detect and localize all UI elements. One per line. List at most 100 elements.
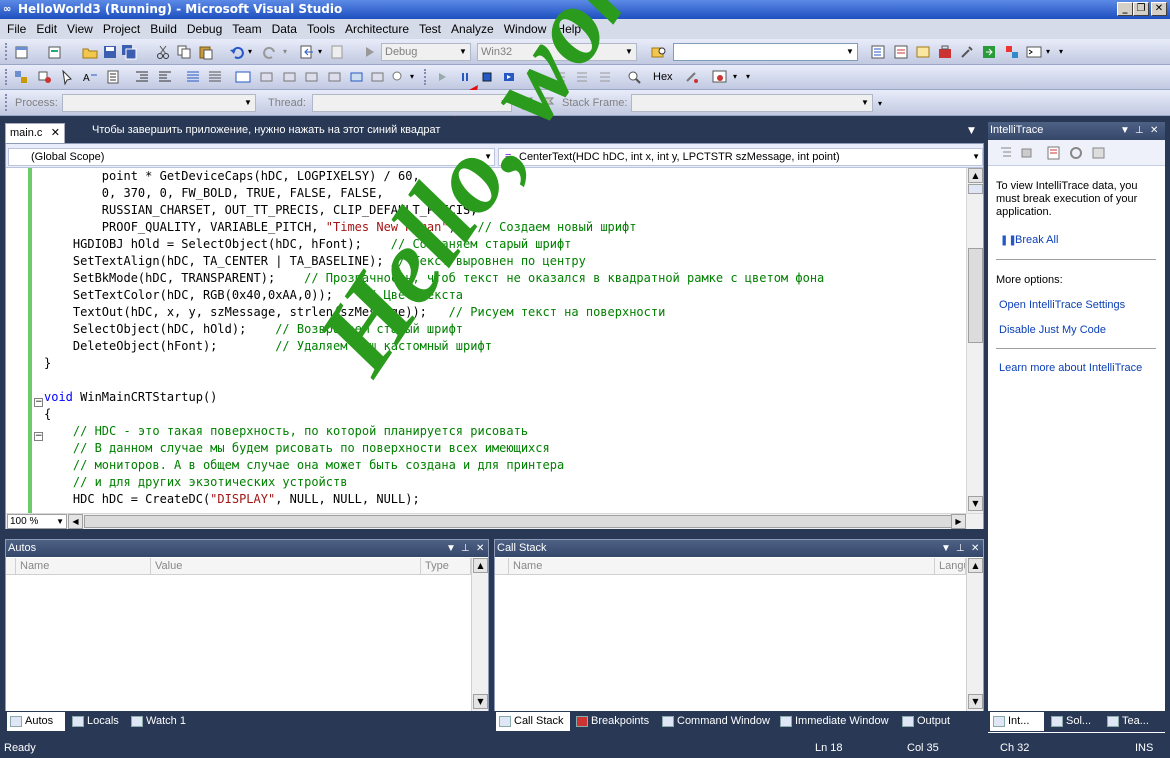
editor-vertical-scrollbar[interactable]: ▲ ▼: [966, 168, 983, 514]
open-folder-icon[interactable]: [82, 44, 98, 60]
close-panel-icon[interactable]: ✕: [971, 540, 979, 557]
next-bookmark-icon[interactable]: [281, 69, 297, 85]
scroll-down-button[interactable]: ▼: [473, 694, 488, 709]
toolbar-grip[interactable]: [5, 43, 9, 60]
show-calls-view-icon[interactable]: [998, 145, 1014, 161]
scroll-thumb[interactable]: [968, 248, 983, 343]
previous-bookmark-folder-icon[interactable]: [303, 69, 319, 85]
scroll-up-button[interactable]: ▲: [473, 558, 488, 573]
menu-architecture[interactable]: Architecture: [340, 22, 414, 36]
tab-intellitrace[interactable]: Int...: [990, 712, 1044, 731]
bookmark-icon[interactable]: [235, 69, 251, 85]
member-icon[interactable]: [37, 69, 53, 85]
next-bookmark-folder-icon[interactable]: [326, 69, 342, 85]
previous-bookmark-icon[interactable]: [258, 69, 274, 85]
collapse-outline-icon[interactable]: −: [34, 398, 43, 407]
pin-icon[interactable]: ⊥: [956, 540, 965, 557]
pin-icon[interactable]: ⊥: [461, 540, 470, 557]
navigate-forward-icon[interactable]: [330, 44, 346, 60]
undo-icon[interactable]: [229, 44, 245, 60]
redo-icon[interactable]: [262, 44, 278, 60]
new-project-icon[interactable]: [14, 44, 30, 60]
solution-explorer-icon[interactable]: [870, 44, 886, 60]
tab-solution-explorer[interactable]: Sol...: [1048, 712, 1102, 731]
tab-locals[interactable]: Locals: [69, 712, 129, 731]
scroll-down-button[interactable]: ▼: [968, 496, 983, 511]
save-all-icon[interactable]: [121, 44, 137, 60]
navigate-dropdown-icon[interactable]: ▾: [318, 47, 322, 56]
uncomment-lines-icon[interactable]: [207, 69, 223, 85]
column-type[interactable]: Type: [421, 558, 471, 575]
menu-debug[interactable]: Debug: [182, 22, 227, 36]
comment-lines-icon[interactable]: [185, 69, 201, 85]
split-handle[interactable]: [968, 184, 983, 194]
pin-icon[interactable]: ⊥: [1135, 122, 1144, 139]
find-in-files-icon[interactable]: [651, 44, 667, 60]
toolbar-grip[interactable]: [5, 69, 9, 85]
menu-tools[interactable]: Tools: [302, 22, 340, 36]
clear-bookmarks-icon[interactable]: [369, 69, 385, 85]
cut-icon[interactable]: [155, 44, 171, 60]
menu-data[interactable]: Data: [267, 22, 302, 36]
start-debug-icon[interactable]: [361, 44, 377, 60]
text-format-icon[interactable]: A: [82, 69, 98, 85]
window-position-icon[interactable]: ▼: [1120, 122, 1130, 139]
pointer-icon[interactable]: [60, 69, 76, 85]
scroll-left-button[interactable]: ◀: [68, 514, 83, 529]
close-tab-icon[interactable]: ✕: [51, 124, 60, 142]
solution-configuration-combo[interactable]: Debug ▼: [381, 43, 471, 61]
scroll-up-button[interactable]: ▲: [968, 558, 983, 573]
restore-button[interactable]: ❐: [1133, 2, 1149, 16]
column-value[interactable]: Value: [151, 558, 421, 575]
toolbar-options-icon[interactable]: ▾: [878, 99, 882, 108]
tab-command-window[interactable]: Command Window: [659, 712, 771, 731]
close-panel-icon[interactable]: ✕: [1150, 122, 1158, 139]
disable-just-my-code-link[interactable]: Disable Just My Code: [999, 324, 1106, 337]
class-view-icon[interactable]: [13, 69, 29, 85]
properties-icon[interactable]: [893, 44, 909, 60]
tab-autos[interactable]: Autos: [7, 712, 65, 731]
scroll-thumb[interactable]: [84, 515, 964, 528]
breakpoints-dropdown-icon[interactable]: ▾: [733, 72, 737, 81]
save-icon[interactable]: [102, 44, 118, 60]
toolbar-grip[interactable]: [424, 69, 428, 85]
close-panel-icon[interactable]: ✕: [476, 540, 484, 557]
close-button[interactable]: ✕: [1151, 2, 1167, 16]
find-bookmark-icon[interactable]: [390, 69, 406, 85]
decrease-indent-icon[interactable]: [134, 69, 150, 85]
menu-project[interactable]: Project: [98, 22, 145, 36]
column-name[interactable]: Name: [16, 558, 151, 575]
scroll-up-button[interactable]: ▲: [968, 168, 983, 183]
menu-edit[interactable]: Edit: [31, 22, 62, 36]
learn-more-intellitrace-link[interactable]: Learn more about IntelliTrace: [999, 362, 1142, 375]
breakpoints-window-icon[interactable]: [712, 69, 728, 85]
toolbox-icon[interactable]: [937, 44, 953, 60]
toolbar-options-icon[interactable]: ▾: [1059, 47, 1063, 56]
redo-dropdown-icon[interactable]: ▾: [283, 47, 287, 56]
start-page-icon[interactable]: [981, 44, 997, 60]
tab-output[interactable]: Output: [899, 712, 967, 731]
menu-team[interactable]: Team: [227, 22, 266, 36]
tools-wrench-icon[interactable]: [959, 44, 975, 60]
menu-analyze[interactable]: Analyze: [446, 22, 499, 36]
open-log-icon[interactable]: [1091, 145, 1107, 161]
hex-display-button[interactable]: Hex: [653, 70, 673, 84]
menu-view[interactable]: View: [62, 22, 98, 36]
navigate-backward-icon[interactable]: [299, 44, 315, 60]
indicator-margin[interactable]: [6, 168, 28, 514]
menu-test[interactable]: Test: [414, 22, 446, 36]
tab-list-dropdown-icon[interactable]: ▼: [968, 126, 975, 136]
member-combo[interactable]: ≡ CenterText(HDC hDC, int x, int y, LPCT…: [498, 148, 983, 166]
refresh-icon[interactable]: [1068, 145, 1084, 161]
zoom-combo[interactable]: 100 % ▼: [7, 514, 67, 529]
scroll-right-button[interactable]: ▶: [951, 514, 966, 529]
toolbar-options-icon[interactable]: ▾: [410, 72, 414, 81]
column-name[interactable]: Name: [509, 558, 935, 575]
column-language[interactable]: Langu: [935, 558, 966, 575]
tab-watch-1[interactable]: Watch 1: [128, 712, 198, 731]
stack-frame-combo[interactable]: ▼: [631, 94, 873, 112]
undo-dropdown-icon[interactable]: ▾: [248, 47, 252, 56]
window-position-icon[interactable]: ▼: [941, 540, 951, 557]
copy-icon[interactable]: [176, 44, 192, 60]
bookmark-in-document-icon[interactable]: [348, 69, 364, 85]
